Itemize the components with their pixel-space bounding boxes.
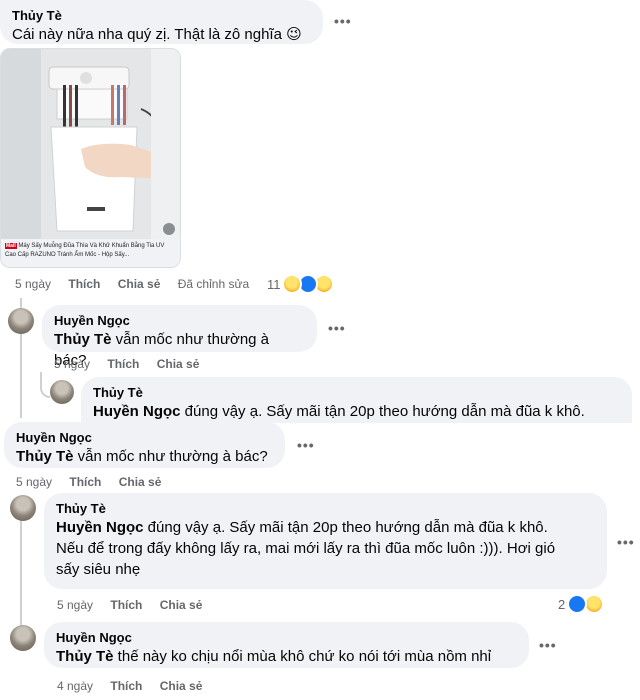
more-options-icon[interactable]: ••• xyxy=(617,535,635,549)
avatar[interactable] xyxy=(10,625,36,651)
more-options-icon[interactable]: ••• xyxy=(328,321,346,335)
like-button[interactable]: Thích xyxy=(110,679,142,693)
reaction-count[interactable]: 11 xyxy=(267,277,281,293)
comment-time[interactable]: 5 ngày xyxy=(57,598,93,612)
comment-text: đúng vậy ạ. Sấy mãi tận 20p theo hướng d… xyxy=(180,403,585,420)
like-button[interactable]: Thích xyxy=(69,475,101,489)
comment-time[interactable]: 4 ngày xyxy=(57,679,93,693)
like-button[interactable]: Thích xyxy=(68,277,100,291)
like-button[interactable]: Thích xyxy=(107,357,139,371)
reply-bubble: Huyền Ngọc Thủy Tè vẫn mốc như thường à … xyxy=(4,422,285,468)
avatar[interactable] xyxy=(50,380,74,404)
thread-line xyxy=(20,520,22,628)
reply-bubble: Thủy Tè Huyền Ngọc đúng vậy ạ. Sấy mãi t… xyxy=(44,493,607,589)
play-icon[interactable] xyxy=(163,223,175,235)
comment-author[interactable]: Thủy Tè xyxy=(56,500,595,517)
more-options-icon[interactable]: ••• xyxy=(334,14,352,28)
comment-time[interactable]: 5 ngày xyxy=(15,277,51,291)
comment-author[interactable]: Thủy Tè xyxy=(12,7,311,24)
comment-actions: 4 ngày Thích Chia sẻ xyxy=(57,678,216,694)
edited-label: Đã chỉnh sửa xyxy=(177,277,250,291)
reply-bubble: Thủy Tè Huyền Ngọc đúng vậy ạ. Sấy mãi t… xyxy=(81,377,632,423)
haha-icon xyxy=(584,594,604,614)
comment-text: vẫn mốc như thường à bác? xyxy=(73,448,268,465)
thread-connector xyxy=(40,372,50,398)
reply-button[interactable]: Chia sẻ xyxy=(119,475,162,489)
comment-author[interactable]: Huyền Ngọc xyxy=(54,312,305,329)
mention-link[interactable]: Thủy Tè xyxy=(56,648,114,665)
product-photo xyxy=(1,49,180,239)
comment-text-line3: sấy siêu nhẹ xyxy=(56,561,141,578)
preview-caption-area: Mall Máy Sấy Muỗng Đũa Thìa Và Khử Khuẩn… xyxy=(1,239,180,267)
haha-icon xyxy=(282,274,302,294)
like-button[interactable]: Thích xyxy=(110,598,142,612)
reply-button[interactable]: Chia sẻ xyxy=(118,277,161,291)
reply-button[interactable]: Chia sẻ xyxy=(157,357,200,371)
comment-time[interactable]: 5 ngày xyxy=(16,475,52,489)
preview-image[interactable] xyxy=(1,49,180,239)
avatar[interactable] xyxy=(10,495,36,521)
comment-actions: 5 ngày Thích Chia sẻ xyxy=(54,356,213,372)
reply-bubble: Huyền Ngọc Thủy Tè thế này ko chịu nổi m… xyxy=(44,622,529,668)
comment-actions-top: 5 ngày Thích Chia sẻ Đã chỉnh sửa xyxy=(15,276,263,292)
reply-button[interactable]: Chia sẻ xyxy=(160,679,203,693)
reaction-count[interactable]: 2 xyxy=(558,597,565,613)
link-preview-card[interactable]: Mall Máy Sấy Muỗng Đũa Thìa Và Khử Khuẩn… xyxy=(0,48,181,268)
mention-link[interactable]: Huyền Ngọc xyxy=(56,519,144,536)
avatar[interactable] xyxy=(8,308,34,334)
comment-author[interactable]: Thủy Tè xyxy=(93,384,620,401)
like-icon xyxy=(567,594,587,614)
comment-text: thế này ko chịu nổi mùa khô chứ ko nói t… xyxy=(113,648,492,665)
comment-actions: 5 ngày Thích Chia sẻ xyxy=(57,597,216,613)
reply-button[interactable]: Chia sẻ xyxy=(160,598,203,612)
comment-time[interactable]: 5 ngày xyxy=(54,357,90,371)
comment-author[interactable]: Huyền Ngọc xyxy=(16,429,273,446)
comment-bubble-top: Thủy Tè Cái này nữa nha quý zị. Thật là … xyxy=(0,0,323,44)
preview-caption: Máy Sấy Muỗng Đũa Thìa Và Khử Khuẩn Bằng… xyxy=(5,243,165,258)
mention-link[interactable]: Huyền Ngọc xyxy=(93,403,181,420)
comment-text-line2: Nếu để trong đấy không lấy ra, mai mới l… xyxy=(56,540,556,557)
mention-link[interactable]: Thủy Tè xyxy=(16,448,74,465)
reply-bubble: Huyền Ngọc Thủy Tè vẫn mốc như thường à … xyxy=(42,305,317,369)
mall-badge: Mall xyxy=(5,243,17,249)
comment-actions: 5 ngày Thích Chia sẻ xyxy=(16,474,175,490)
comment-text: Cái này nữa nha quý zị. Thật là zô nghĩa… xyxy=(12,26,302,43)
comment-author[interactable]: Huyền Ngọc xyxy=(56,629,517,646)
comment-text-line1: đúng vậy ạ. Sấy mãi tận 20p theo hướng d… xyxy=(143,519,548,536)
mention-link[interactable]: Thủy Tè xyxy=(54,331,112,348)
more-options-icon[interactable]: ••• xyxy=(539,638,557,652)
more-options-icon[interactable]: ••• xyxy=(297,438,315,452)
